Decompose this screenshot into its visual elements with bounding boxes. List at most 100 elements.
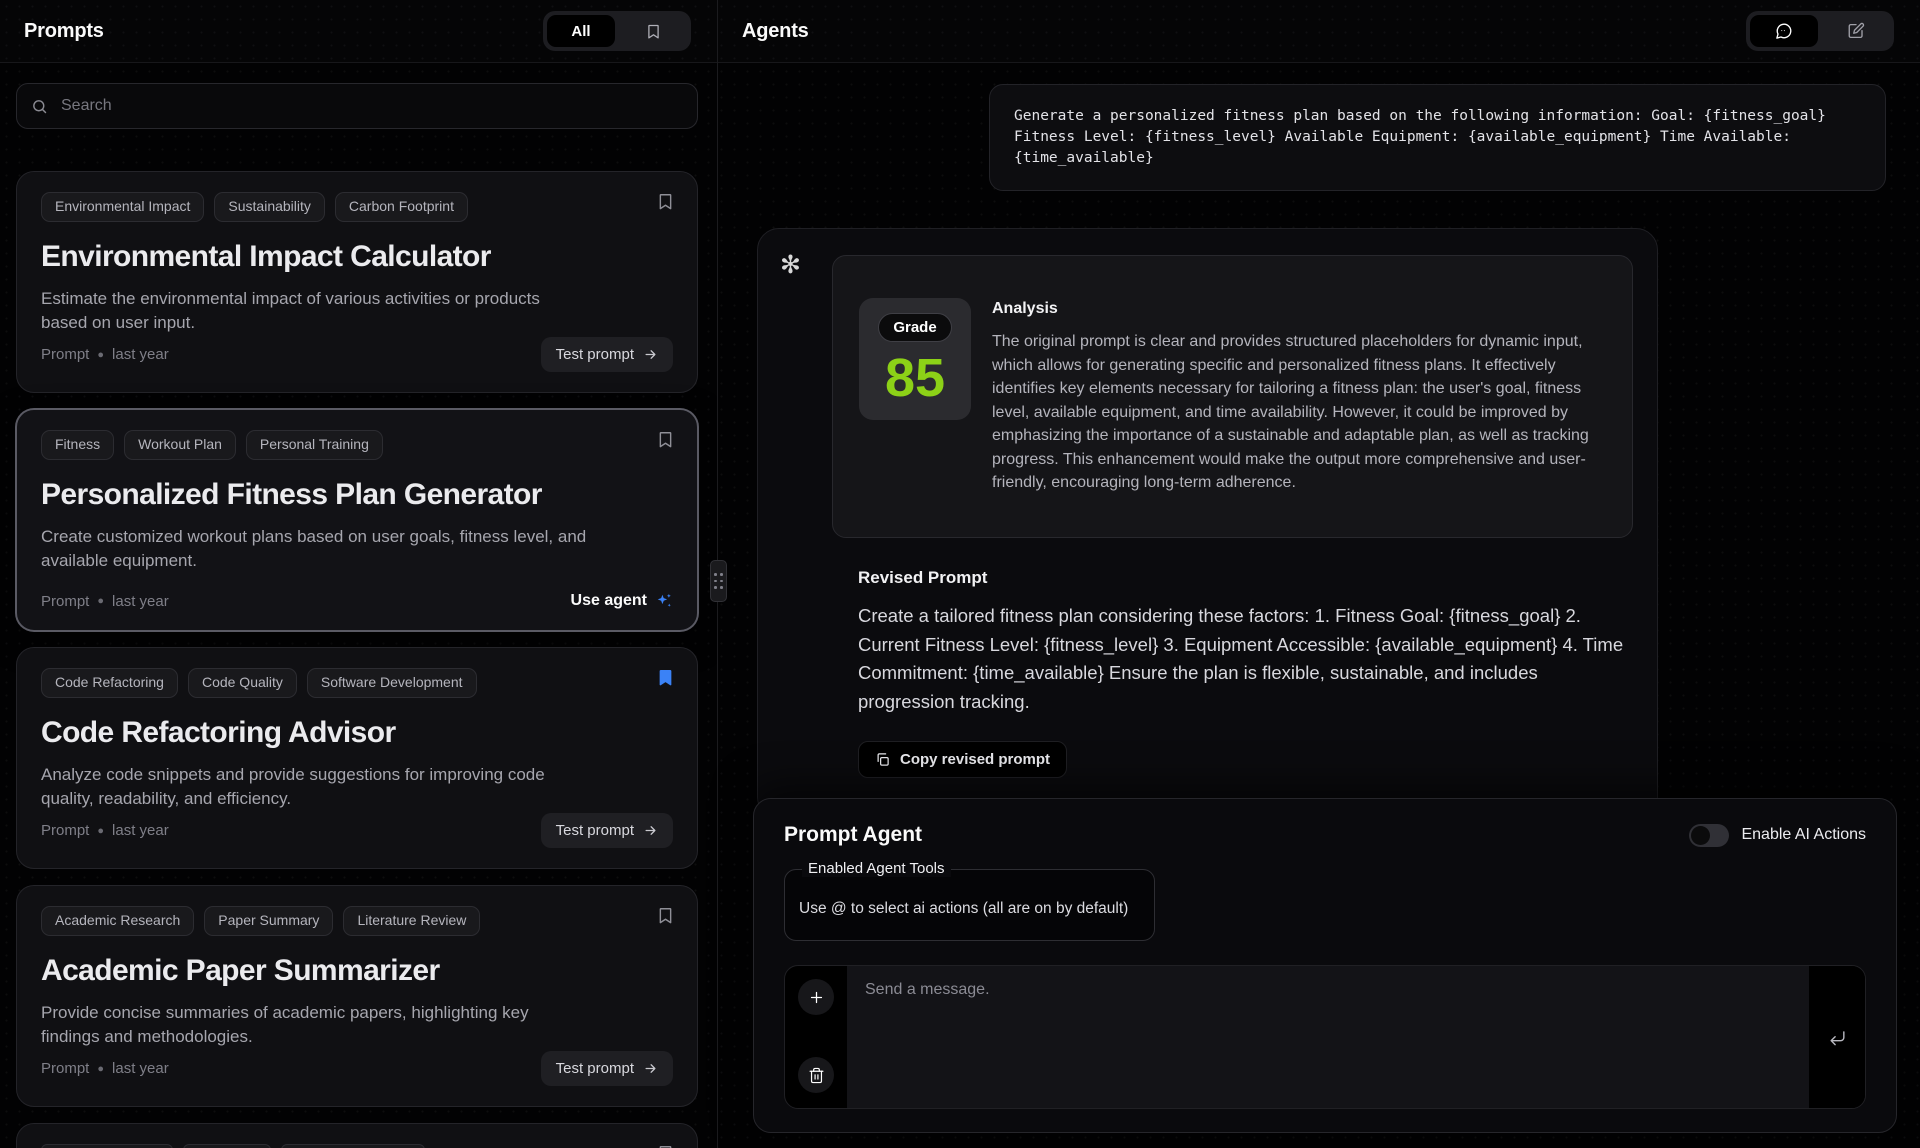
test-prompt-label: Test prompt — [556, 822, 634, 839]
bookmark-toggle-button[interactable] — [654, 190, 677, 213]
prompt-card[interactable]: Code Refactoring Code Quality Software Dev… — [16, 647, 698, 869]
tag-pill[interactable]: Code Quality — [188, 668, 297, 698]
tag-pill[interactable]: Literature Review — [343, 906, 480, 936]
meta-time: last year — [112, 346, 169, 363]
grade-value: 85 — [885, 351, 945, 405]
enable-ai-actions-row: Enable AI Actions — [1689, 824, 1866, 847]
copy-revised-prompt-button[interactable]: Copy revised prompt — [858, 741, 1067, 778]
tag-pill[interactable]: Sustainability — [214, 192, 325, 222]
prompt-card[interactable]: Environmental Impact Sustainability Carbon… — [16, 171, 698, 393]
sparkles-icon — [655, 592, 673, 610]
agents-header: Agents — [718, 0, 1920, 63]
prompt-card[interactable]: Fitness Workout Plan Personal Training Per… — [16, 409, 698, 631]
tag-pill[interactable] — [281, 1144, 425, 1148]
meta-type: Prompt — [41, 822, 89, 839]
tag-pill[interactable]: Fitness — [41, 430, 114, 460]
revised-prompt-text: Create a tailored fitness plan consideri… — [858, 602, 1638, 717]
agent-tools-hint: Use @ to select ai actions (all are on b… — [785, 870, 1154, 918]
prompt-card-meta: Prompt ● last year — [41, 1060, 169, 1077]
prompt-card[interactable]: Academic Research Paper Summary Literature… — [16, 885, 698, 1107]
send-message-button[interactable] — [1824, 1024, 1851, 1051]
search-input[interactable] — [59, 96, 683, 116]
prompt-card-title: Environmental Impact Calculator — [41, 240, 673, 274]
bookmark-toggle-button[interactable] — [654, 428, 677, 451]
toggle-knob — [1691, 826, 1710, 845]
bookmark-toggle-button[interactable] — [654, 904, 677, 927]
analysis-box: Grade 85 Analysis The original prompt is… — [832, 255, 1633, 538]
tag-pill[interactable]: Carbon Footprint — [335, 192, 468, 222]
tag-list: Environmental Impact Sustainability Carbon… — [41, 192, 673, 222]
meta-time: last year — [112, 822, 169, 839]
tag-list: Fitness Workout Plan Personal Training — [41, 430, 673, 460]
prompt-card-description: Provide concise summaries of academic pa… — [41, 1001, 589, 1050]
arrow-right-icon — [643, 1061, 658, 1076]
prompt-card-footer: Prompt ● last year Test prompt Test prom… — [41, 337, 673, 372]
copy-icon — [875, 752, 890, 767]
copy-revised-prompt-label: Copy revised prompt — [900, 751, 1050, 768]
add-attachment-button[interactable] — [798, 979, 834, 1015]
bookmark-toggle-button[interactable] — [654, 1142, 677, 1148]
test-prompt-button[interactable]: Test prompt — [541, 1051, 673, 1086]
tag-pill[interactable] — [183, 1144, 271, 1148]
meta-type: Prompt — [41, 1060, 89, 1077]
meta-separator: ● — [97, 595, 104, 607]
tag-pill[interactable]: Personal Training — [246, 430, 383, 460]
analysis-heading: Analysis — [992, 300, 1607, 318]
prompt-agent-panel: Prompt Agent Enable AI Actions Enabled A… — [753, 798, 1897, 1133]
meta-type: Prompt — [41, 593, 89, 610]
prompt-card-footer: Prompt ● last year Use agent Use agent — [41, 592, 673, 610]
panel-resize-handle[interactable] — [710, 560, 727, 602]
analysis-column: Analysis The original prompt is clear an… — [992, 298, 1607, 495]
enabled-agent-tools-box: Enabled Agent Tools Use @ to select ai a… — [784, 869, 1155, 941]
prompt-card-title: Code Refactoring Advisor — [41, 716, 673, 750]
tag-pill[interactable]: Workout Plan — [124, 430, 236, 460]
meta-separator: ● — [97, 349, 104, 361]
chat-view-tab[interactable] — [1750, 15, 1818, 47]
tag-list — [41, 1144, 673, 1148]
enable-ai-actions-toggle[interactable] — [1689, 824, 1729, 847]
meta-type: Prompt — [41, 346, 89, 363]
composer-right-rail — [1809, 966, 1865, 1108]
arrow-right-icon — [643, 823, 658, 838]
composer-left-rail — [785, 966, 847, 1108]
tag-pill[interactable]: Code Refactoring — [41, 668, 178, 698]
plus-icon — [808, 989, 825, 1006]
agents-title: Agents — [742, 20, 809, 43]
message-input[interactable] — [847, 966, 1809, 1108]
agents-pane: Agents Generate a personalized fitness p… — [718, 0, 1920, 1148]
prompt-card[interactable]: ● — [16, 1123, 698, 1148]
prompt-card-footer: Prompt ● last year Test prompt Test prom… — [41, 1051, 673, 1086]
prompts-pane: Prompts All Environmental ImpactSustaina… — [0, 0, 718, 1148]
user-message: Generate a personalized fitness plan bas… — [989, 84, 1886, 191]
bookmark-toggle-button[interactable] — [654, 666, 677, 689]
tag-pill[interactable]: Environmental Impact — [41, 192, 204, 222]
prompt-card-meta: Prompt ● last year — [41, 346, 169, 363]
tag-pill[interactable] — [41, 1144, 173, 1148]
prompt-agent-title: Prompt Agent — [784, 823, 922, 847]
tag-list: Code Refactoring Code Quality Software Dev… — [41, 668, 673, 698]
tag-pill[interactable]: Academic Research — [41, 906, 194, 936]
bookmark-icon — [656, 906, 675, 925]
compose-pen-icon — [1847, 22, 1865, 40]
meta-time: last year — [112, 1060, 169, 1077]
arrow-right-icon — [643, 347, 658, 362]
test-prompt-button[interactable]: Test prompt — [541, 813, 673, 848]
tag-pill[interactable]: Paper Summary — [204, 906, 333, 936]
filter-all-tab[interactable]: All — [547, 15, 615, 47]
prompt-card-title: Academic Paper Summarizer — [41, 954, 673, 988]
analysis-text: The original prompt is clear and provide… — [992, 330, 1607, 495]
filter-bookmarked-tab[interactable] — [619, 15, 687, 47]
use-agent-label: Use agent — [571, 592, 647, 610]
prompt-card-meta: Prompt ● last year — [41, 593, 169, 610]
tag-pill[interactable]: Software Development — [307, 668, 477, 698]
filter-all-label: All — [571, 23, 590, 40]
test-prompt-button[interactable]: Test prompt — [541, 337, 673, 372]
clear-chat-button[interactable] — [798, 1057, 834, 1093]
compose-tab[interactable] — [1822, 15, 1890, 47]
search-icon — [31, 98, 48, 115]
meta-separator: ● — [97, 825, 104, 837]
agents-view-segmented — [1746, 11, 1894, 51]
prompt-card-list: Environmental Impact Sustainability Carbon… — [16, 171, 698, 1148]
assistant-content: Grade 85 Analysis The original prompt is… — [832, 255, 1633, 778]
use-agent-button[interactable]: Use agent — [571, 592, 673, 610]
